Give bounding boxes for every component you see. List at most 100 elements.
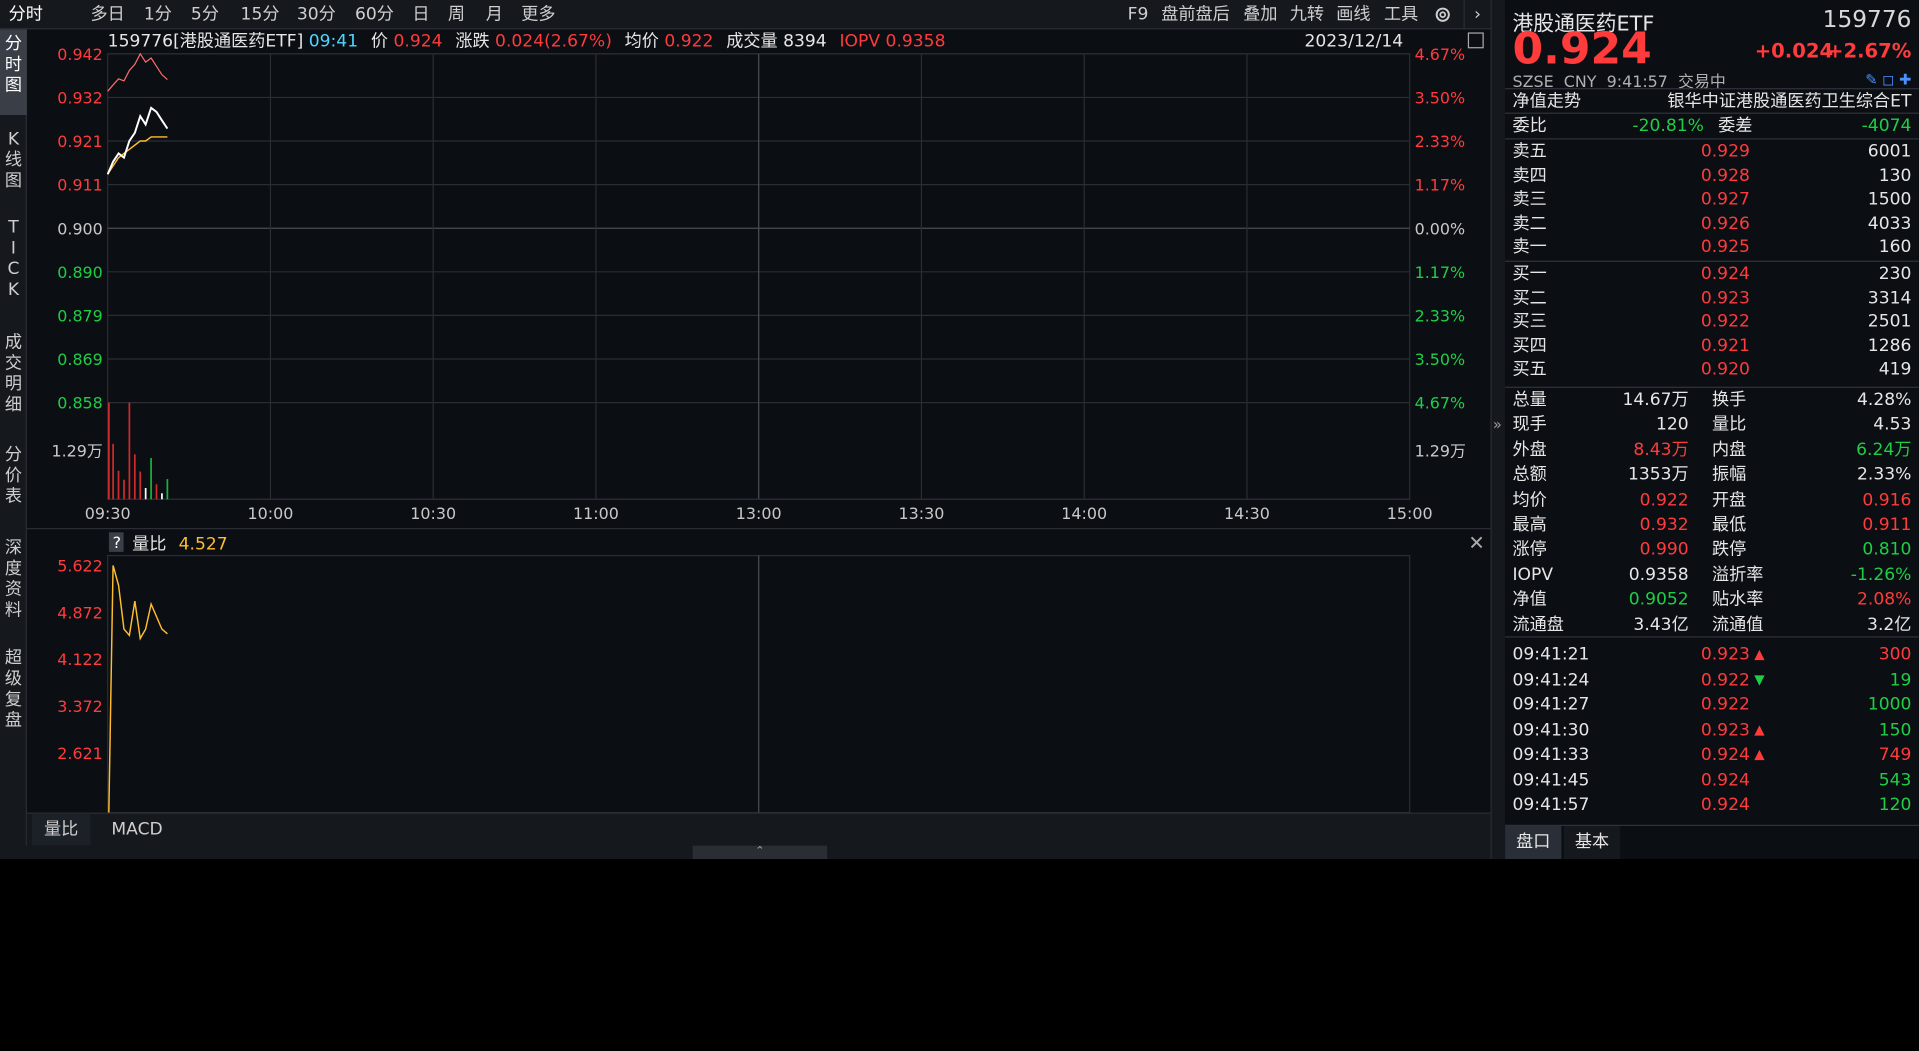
indicator-value: 4.527 — [179, 534, 228, 554]
period-tab[interactable]: 60分 — [348, 0, 402, 29]
indicator-tab[interactable]: 量比 — [31, 813, 91, 847]
security-code: 159776 — [1822, 6, 1912, 34]
period-toolbar: 分时 多日 1分 5分 15分 30分 60分日周月更多 F9 盘前盘后 叠加 九转 画线 工具 › — [0, 0, 1491, 30]
left-nav-tab[interactable]: 成 交 明 细 — [0, 328, 27, 426]
bid-row[interactable]: 买五 0.920 419 — [1512, 358, 1911, 382]
ask-row[interactable]: 卖三 0.927 1500 — [1512, 187, 1911, 211]
period-tab[interactable]: 日 — [407, 0, 434, 29]
ask-row[interactable]: 卖四 0.928 130 — [1512, 163, 1911, 187]
period-tab[interactable]: 周 — [441, 0, 473, 29]
stat-label: 流通盘 — [1512, 615, 1564, 635]
indicator-tab[interactable]: MACD — [95, 814, 178, 847]
stat-label: 总量 — [1512, 390, 1547, 410]
layout-icon[interactable] — [1467, 32, 1484, 49]
expand-icon[interactable]: ⌃ — [692, 845, 828, 860]
left-nav-tab[interactable]: 超 级 复 盘 — [0, 644, 27, 747]
collapse-icon[interactable]: » — [1493, 416, 1505, 433]
indicator-axis-label: 4.872 — [57, 603, 103, 622]
bid-label: 买二 — [1512, 288, 1547, 308]
tick-volume: 150 — [1878, 720, 1912, 740]
stat-label: 最高 — [1512, 515, 1547, 535]
ask-price: 0.927 — [1700, 189, 1750, 210]
stat-row: 涨停 0.990 跌停 0.810 — [1512, 538, 1911, 562]
ask-row[interactable]: 卖五 0.929 6001 — [1512, 140, 1911, 164]
bid-price: 0.924 — [1700, 264, 1750, 284]
toolbar-button[interactable]: F9 — [1123, 0, 1152, 29]
ask-volume: 4033 — [1867, 213, 1912, 234]
weicha-label: 委差 — [1718, 116, 1753, 136]
chevron-right-icon[interactable]: › — [1463, 0, 1491, 30]
arrow-up-icon: ▲ — [1754, 746, 1765, 763]
period-tab[interactable]: 多日 — [82, 0, 133, 29]
tick-row[interactable]: 09:41:24 0.922 ▼ 19 — [1512, 668, 1911, 692]
bid-row[interactable]: 买三 0.922 2501 — [1512, 310, 1911, 334]
period-tab[interactable]: 分时 — [2, 0, 49, 29]
close-icon[interactable]: ✕ — [1468, 531, 1484, 554]
panel-tool-icons[interactable]: ✎ ◻ ✚ — [1865, 71, 1911, 88]
intraday-chart[interactable]: 159776[港股通医药ETF] 09:41 价 0.924 涨跌 0.024(… — [26, 29, 1491, 813]
quote-panel: 港股通医药ETF 159776 0.924 +0.024 +2.67% SZSE… — [1505, 0, 1919, 860]
period-tab[interactable]: 月 — [480, 0, 509, 29]
panel-tab[interactable]: 基本 — [1563, 825, 1621, 860]
bid-row[interactable]: 买一 0.924 230 — [1512, 262, 1911, 286]
ask-row[interactable]: 卖二 0.926 4033 — [1512, 211, 1911, 235]
tick-row[interactable]: 09:41:27 0.922 1000 — [1512, 693, 1911, 717]
ask-volume: 6001 — [1867, 141, 1912, 162]
toolbar-button[interactable]: 工具 — [1378, 0, 1425, 29]
stat-label: 换手 — [1711, 390, 1747, 410]
tick-volume: 19 — [1889, 669, 1912, 690]
pct-axis-label: 0.00% — [1415, 219, 1465, 238]
pct-axis-label: 4.67% — [1415, 45, 1465, 64]
period-tab[interactable]: 30分 — [292, 0, 340, 29]
toolbar-button[interactable]: 九转 — [1285, 0, 1329, 29]
left-nav-tab[interactable]: K 线 图 — [0, 125, 27, 201]
tick-price: 0.923 — [1700, 720, 1750, 740]
stat-value: 0.9358 — [1628, 565, 1689, 585]
left-nav-tab[interactable]: T I C K — [0, 213, 27, 313]
time-axis-label: 13:00 — [736, 504, 782, 523]
bid-volume: 230 — [1878, 264, 1912, 284]
bid-volume: 419 — [1878, 360, 1912, 380]
trading-app: 分时 多日 1分 5分 15分 30分 60分日周月更多 F9 盘前盘后 叠加 九转 画线 工具 › … — [0, 0, 1919, 860]
gear-icon[interactable] — [1429, 0, 1456, 29]
toolbar-button[interactable]: 叠加 — [1238, 0, 1282, 29]
period-tab[interactable]: 更多 — [516, 0, 560, 29]
indicator-axis-label: 5.622 — [57, 556, 103, 575]
time-axis-label: 09:30 — [85, 504, 131, 523]
period-tab[interactable]: 15分 — [234, 0, 287, 29]
ask-volume: 160 — [1878, 237, 1912, 258]
toolbar-button[interactable]: 盘前盘后 — [1158, 0, 1234, 29]
bid-row[interactable]: 买四 0.921 1286 — [1512, 334, 1911, 358]
stat-value: 14.67万 — [1622, 390, 1689, 410]
arrow-up-icon: ▲ — [1754, 646, 1765, 663]
bid-row[interactable]: 买二 0.923 3314 — [1512, 286, 1911, 310]
ask-row[interactable]: 卖一 0.925 160 — [1512, 235, 1911, 259]
left-nav-tab[interactable]: 分 时 图 — [0, 29, 27, 116]
toolbar-button[interactable]: 画线 — [1331, 0, 1375, 29]
stat-row: 现手 120 量比 4.53 — [1512, 413, 1911, 437]
tick-price: 0.924 — [1700, 745, 1750, 765]
price-axis-label: 0.879 — [57, 307, 103, 326]
tick-row[interactable]: 09:41:21 0.923 ▲ 300 — [1512, 642, 1911, 666]
panel-tab[interactable]: 盘口 — [1505, 825, 1562, 860]
tick-row[interactable]: 09:41:30 0.923 ▲ 150 — [1512, 718, 1911, 742]
weicha-value: -4074 — [1861, 116, 1912, 136]
tick-row[interactable]: 09:41:33 0.924 ▲ 749 — [1512, 743, 1911, 767]
tick-row[interactable]: 09:41:57 0.924 120 — [1512, 793, 1911, 817]
stat-value: -1.26% — [1850, 565, 1912, 585]
time-axis-label: 11:00 — [573, 504, 619, 523]
left-nav-tab[interactable]: 深 度 资 料 — [0, 534, 27, 637]
bid-price: 0.921 — [1700, 336, 1750, 356]
stat-value: 120 — [1655, 415, 1689, 435]
nav-trend-link[interactable]: 净值走势 — [1512, 89, 1581, 113]
tick-row[interactable]: 09:41:45 0.924 543 — [1512, 768, 1911, 792]
period-tab[interactable]: 1分 — [140, 0, 177, 29]
stat-label: 内盘 — [1711, 440, 1747, 460]
stat-value: 3.2亿 — [1867, 615, 1912, 635]
period-tab[interactable]: 5分 — [182, 0, 227, 29]
left-nav-tab[interactable]: 分 价 表 — [0, 441, 27, 529]
stat-value: 0.9052 — [1628, 590, 1689, 610]
stat-row: 总额 1353万 振幅 2.33% — [1512, 463, 1911, 487]
stat-row: 净值 0.9052 贴水率 2.08% — [1512, 588, 1911, 612]
panel-divider[interactable]: » — [1490, 0, 1506, 860]
